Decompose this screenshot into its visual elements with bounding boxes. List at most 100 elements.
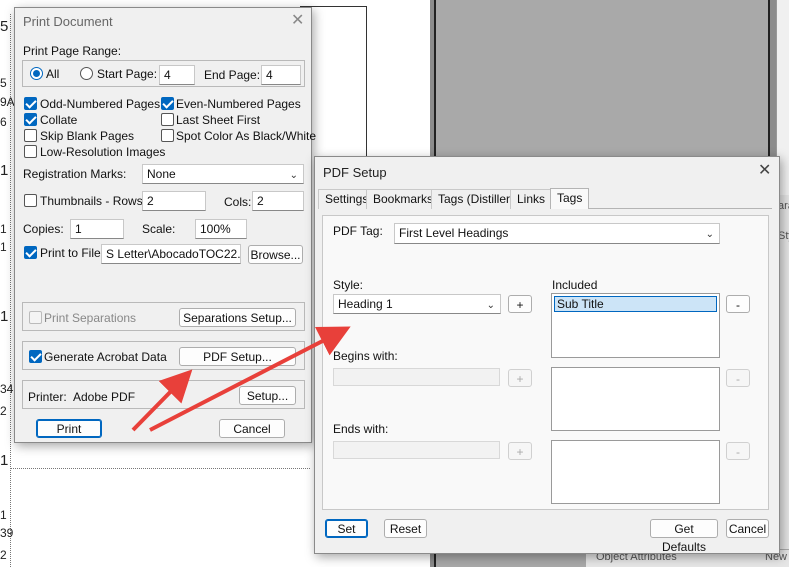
spot-color-label: Spot Color As Black/White	[176, 129, 317, 143]
included-label: Included	[552, 278, 598, 292]
margin-number: 1	[0, 508, 7, 522]
generate-acrobat-checkbox[interactable]	[29, 350, 42, 363]
margin-number: 1	[0, 222, 7, 236]
begins-with-listbox[interactable]	[551, 367, 720, 431]
separations-setup-button[interactable]: Separations Setup...	[179, 308, 296, 327]
print-document-dialog: Print Document ✕ Print Page Range: All S…	[14, 7, 316, 443]
close-icon[interactable]: ✕	[291, 13, 304, 29]
registration-marks-label: Registration Marks:	[23, 167, 127, 181]
registration-marks-value: None	[147, 167, 176, 181]
generate-acrobat-label: Generate Acrobat Data	[44, 350, 167, 364]
style-label: Style:	[333, 278, 364, 292]
print-separations-checkbox[interactable]	[29, 311, 42, 324]
add-ends-with-button[interactable]: +	[508, 442, 532, 460]
pdf-tag-label: PDF Tag:	[333, 224, 383, 238]
add-style-button[interactable]: +	[508, 295, 532, 313]
style-value: Heading 1	[338, 297, 393, 311]
printer-label: Printer:	[28, 390, 67, 404]
collate-checkbox[interactable]	[24, 113, 37, 126]
close-icon[interactable]: ✕	[758, 163, 771, 179]
page-range-radio[interactable]	[80, 67, 93, 80]
tab-bookmarks[interactable]: Bookmarks	[366, 189, 441, 209]
reset-button[interactable]: Reset	[384, 519, 427, 538]
set-button[interactable]: Set	[325, 519, 368, 538]
margin-number: 6	[0, 115, 7, 129]
margin-number: 1	[0, 240, 7, 254]
print-separations-label: Print Separations	[44, 311, 137, 325]
print-to-file-checkbox[interactable]	[24, 246, 37, 259]
page-edge-line-vertical	[366, 6, 367, 166]
odd-pages-label: Odd-Numbered Pages	[40, 97, 161, 111]
add-begins-with-button[interactable]: +	[508, 369, 532, 387]
copies-label: Copies:	[23, 222, 64, 236]
style-select[interactable]: Heading 1 ⌄	[333, 294, 501, 314]
margin-number: 5	[0, 76, 7, 90]
chevron-down-icon: ⌄	[486, 300, 495, 311]
pdf-setup-dialog: PDF Setup ✕ Settings Bookmarks Tags (Dis…	[314, 156, 780, 554]
print-to-file-label: Print to File:	[40, 246, 105, 260]
begins-with-input[interactable]	[333, 368, 500, 386]
copies-input[interactable]: 1	[70, 219, 124, 239]
printer-setup-button[interactable]: Setup...	[239, 386, 296, 405]
low-res-checkbox[interactable]	[24, 145, 37, 158]
print-to-file-path[interactable]: S Letter\AbocadoTOC22.ps	[101, 244, 241, 264]
start-page-label: Start Page:	[97, 67, 158, 81]
pdf-cancel-button[interactable]: Cancel	[726, 519, 769, 538]
chevron-down-icon: ⌄	[289, 170, 298, 181]
all-pages-label: All	[46, 67, 60, 81]
remove-included-button[interactable]: -	[726, 295, 750, 313]
print-cancel-button[interactable]: Cancel	[219, 419, 285, 438]
dialog-title: Print Document	[23, 14, 113, 29]
margin-number: 39	[0, 526, 14, 540]
margin-number: 2	[0, 404, 7, 418]
scale-input[interactable]: 100%	[195, 219, 247, 239]
thumbnails-rows-label: Thumbnails - Rows:	[40, 194, 147, 208]
skip-blank-checkbox[interactable]	[24, 129, 37, 142]
even-pages-checkbox[interactable]	[161, 97, 174, 110]
ends-with-input[interactable]	[333, 441, 500, 459]
margin-number: 34	[0, 382, 14, 396]
page-margin-guide-horizontal	[10, 468, 310, 469]
registration-marks-select[interactable]: None ⌄	[142, 164, 304, 184]
dialog-title: PDF Setup	[323, 165, 387, 180]
end-page-input[interactable]: 4	[261, 65, 301, 85]
margin-number: 5	[0, 18, 9, 35]
browse-button[interactable]: Browse...	[248, 245, 303, 264]
included-listbox[interactable]: Sub Title	[551, 293, 720, 358]
last-sheet-first-checkbox[interactable]	[161, 113, 174, 126]
remove-begins-with-button[interactable]: -	[726, 369, 750, 387]
low-res-label: Low-Resolution Images	[40, 145, 166, 159]
tab-tags-distiller[interactable]: Tags (Distiller)	[431, 189, 522, 209]
margin-number: 2	[0, 548, 7, 562]
scale-label: Scale:	[142, 222, 176, 236]
odd-pages-checkbox[interactable]	[24, 97, 37, 110]
print-button[interactable]: Print	[36, 419, 102, 438]
last-sheet-first-label: Last Sheet First	[176, 113, 261, 127]
start-page-input[interactable]: 4	[159, 65, 195, 85]
thumbnail-rows-input[interactable]: 2	[142, 191, 206, 211]
margin-number: 9A	[0, 95, 15, 109]
collate-label: Collate	[40, 113, 78, 127]
thumbnail-cols-input[interactable]: 2	[252, 191, 304, 211]
included-item-sub-title[interactable]: Sub Title	[554, 296, 717, 312]
tab-tags[interactable]: Tags	[550, 188, 590, 209]
ends-with-label: Ends with:	[333, 422, 389, 436]
end-page-label: End Page:	[204, 68, 261, 82]
margin-number: 1	[0, 162, 9, 179]
printer-name: Adobe PDF	[73, 390, 136, 404]
skip-blank-label: Skip Blank Pages	[40, 129, 135, 143]
spot-color-checkbox[interactable]	[161, 129, 174, 142]
thumbnails-checkbox[interactable]	[24, 194, 37, 207]
begins-with-label: Begins with:	[333, 349, 398, 363]
ends-with-listbox[interactable]	[551, 440, 720, 504]
remove-ends-with-button[interactable]: -	[726, 442, 750, 460]
even-pages-label: Even-Numbered Pages	[176, 97, 301, 111]
page-range-label: Print Page Range:	[23, 44, 122, 58]
margin-number: 1	[0, 452, 9, 469]
pdf-setup-button[interactable]: PDF Setup...	[179, 347, 296, 366]
all-pages-radio[interactable]	[30, 67, 43, 80]
tab-links[interactable]: Links	[510, 189, 553, 209]
get-defaults-button[interactable]: Get Defaults	[650, 519, 718, 554]
thumbnail-cols-label: Cols:	[224, 195, 252, 209]
pdf-tag-select[interactable]: First Level Headings ⌄	[394, 223, 720, 244]
